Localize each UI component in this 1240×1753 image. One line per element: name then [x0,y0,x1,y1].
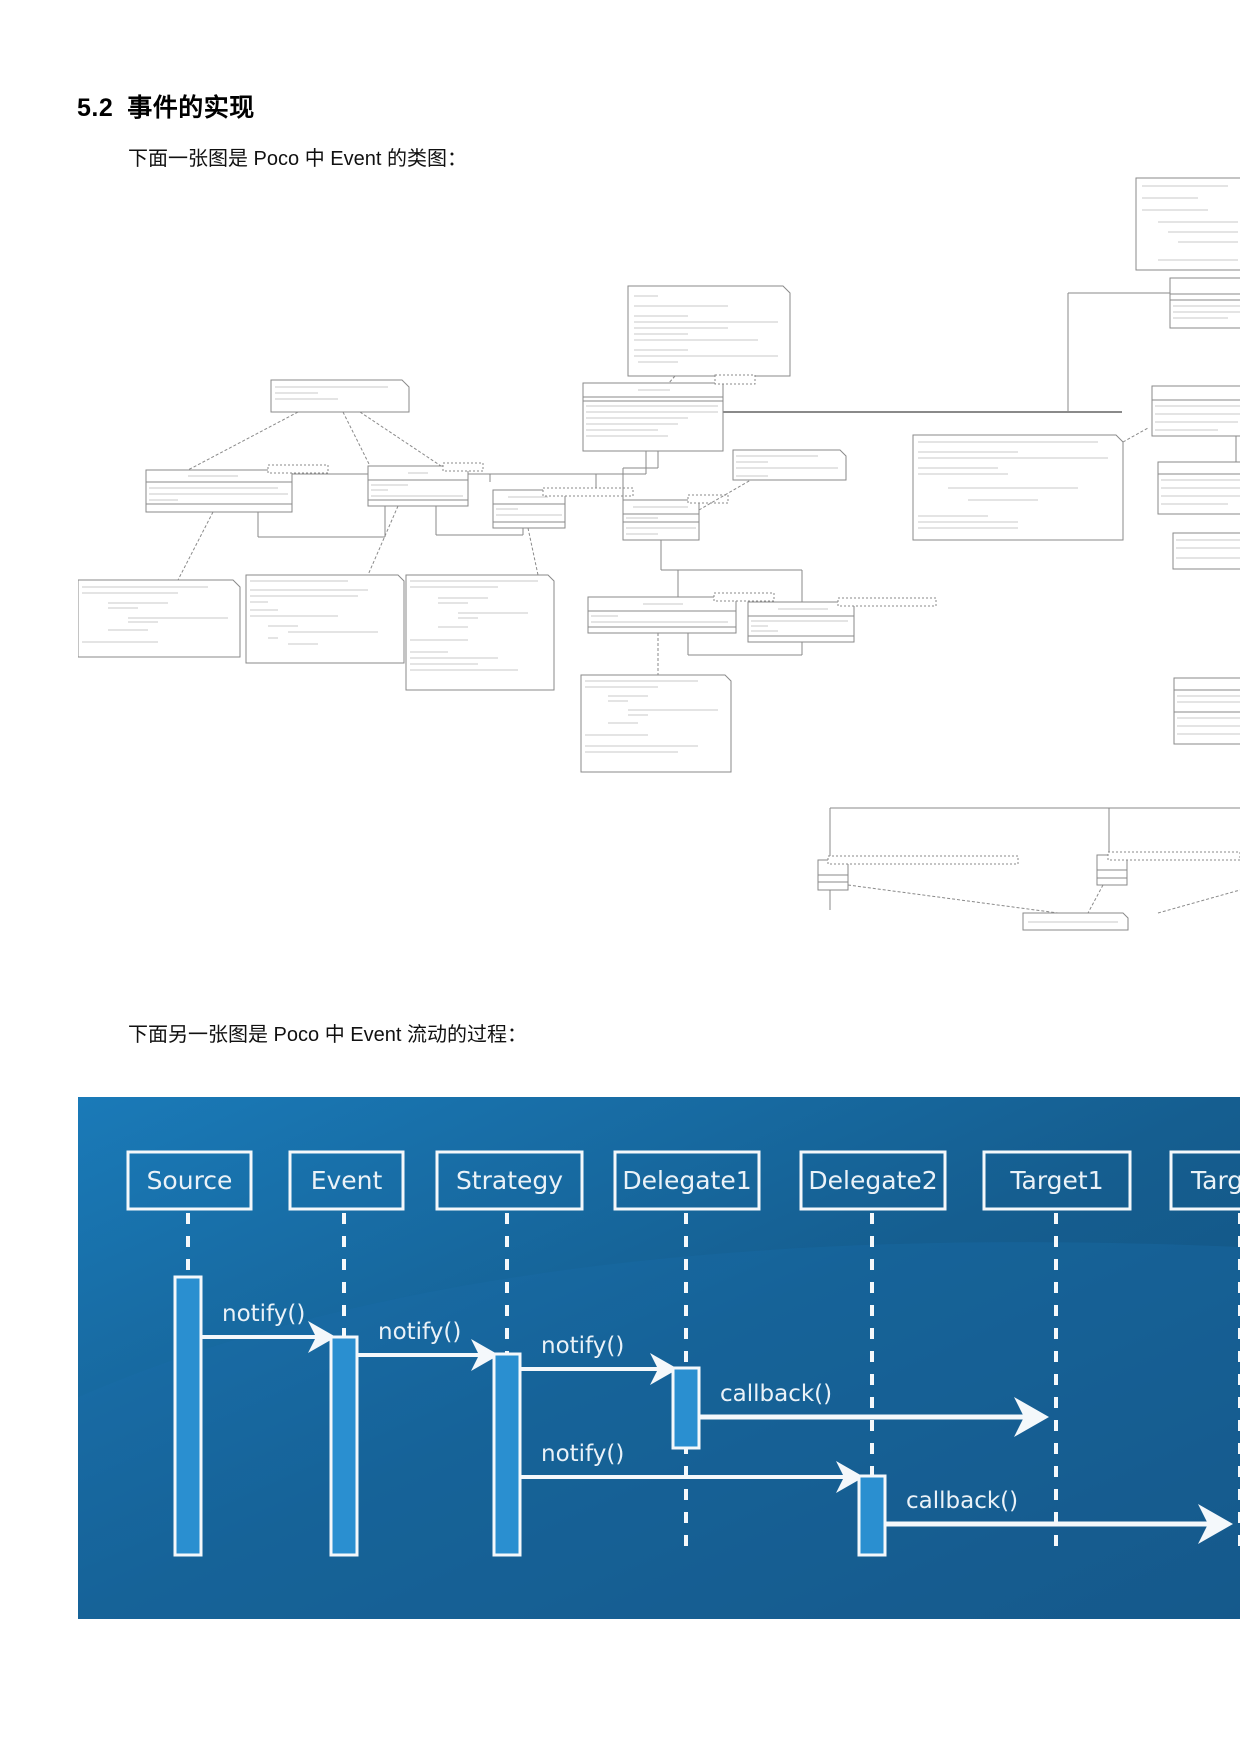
section-heading: 5.2 事件的实现 [77,88,255,124]
message-label: callback() [720,1381,832,1407]
class-diagram-intro: 下面一张图是 Poco 中 Event 的类图： [128,148,467,170]
class-function-priority-delegate [747,597,937,643]
lifeline-label: Source [147,1166,233,1195]
lifeline-label: Event [311,1166,383,1195]
message-label: notify() [541,1441,624,1467]
class-priority-delegate [587,592,775,634]
message-label: callback() [906,1488,1018,1514]
class-abstract-event [1169,277,1240,329]
note-delegate-notify [78,579,241,658]
note-events [1022,912,1129,931]
lifeline-label: Target2 [1190,1166,1240,1195]
class-delegate [145,464,329,513]
message-label: notify() [541,1333,624,1359]
note-function-delegate-notify [405,574,555,691]
activation-bar [329,1335,359,1557]
note-expire-notify [245,574,405,664]
message-label: notify() [222,1301,305,1327]
message-label: notify() [378,1319,461,1345]
activation-bar [671,1366,701,1450]
note-strategy-notify [912,434,1124,541]
lifeline-label: Strategy [456,1166,563,1195]
class-fifo-event [1096,851,1240,886]
note-delegate-info [270,379,410,413]
note-top-right [1135,177,1240,271]
class-default-strategy [1151,385,1240,437]
section-title: 事件的实现 [127,94,255,122]
class-notification-strategy [1157,461,1240,515]
activation-bar [173,1275,203,1557]
class-diagram [78,177,1240,931]
activation-bar [857,1474,887,1557]
lifeline-label: Target1 [1009,1166,1103,1195]
class-function-delegate [492,487,634,529]
class-event-base [1173,677,1240,745]
section-number: 5.2 [77,94,114,122]
lifeline-label: Delegate2 [808,1166,937,1195]
sequence-diagram-intro: 下面另一张图是 Poco 中 Event 流动的过程： [128,1024,527,1046]
sequence-diagram: Source Event Strategy Delegate1 Delegate2 Tar… [78,1097,1240,1619]
activation-bar [492,1352,522,1557]
note-priority [732,449,847,481]
note-abstract-delegate [627,285,791,377]
note-priority-delegate-notify [580,674,732,773]
note-strategy [1172,532,1240,570]
class-expire [367,462,484,507]
lifeline-label: Delegate1 [622,1166,751,1195]
class-basic-event [817,855,1019,891]
